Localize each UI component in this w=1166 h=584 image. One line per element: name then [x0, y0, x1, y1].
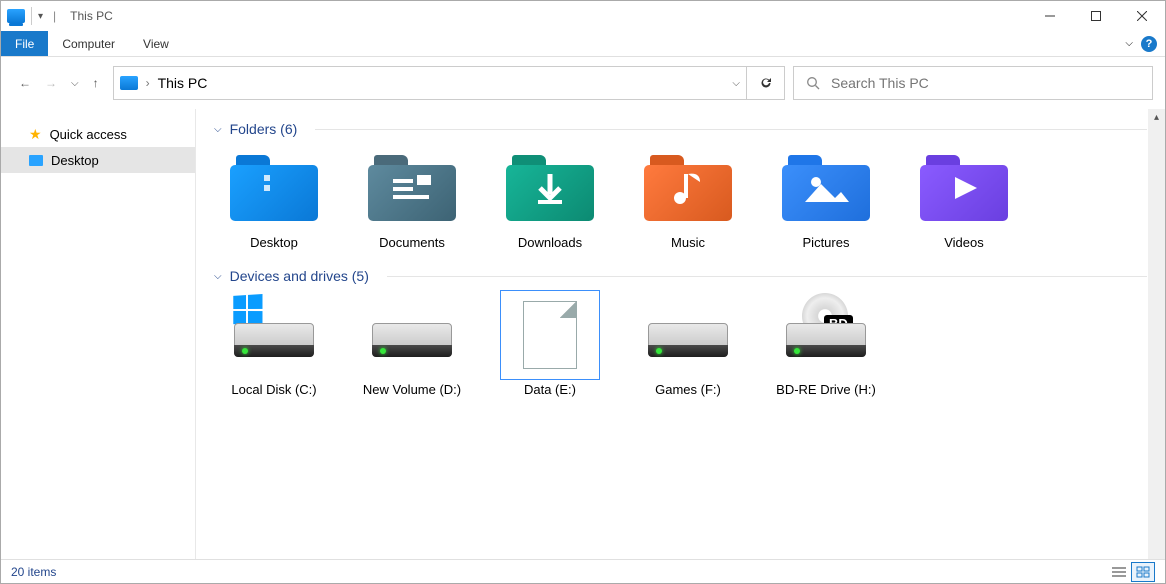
vertical-scrollbar[interactable]: ▴ [1148, 109, 1165, 559]
refresh-button[interactable] [747, 66, 785, 100]
qat-dropdown-icon[interactable]: ▾ [38, 11, 43, 22]
location-icon [120, 76, 138, 90]
forward-button[interactable]: → [45, 76, 57, 90]
item-label: Music [671, 235, 705, 250]
item-videos[interactable]: Videos [904, 149, 1024, 250]
drive-icon [362, 296, 462, 374]
navigation-pane: ★ Quick access Desktop [1, 109, 196, 559]
up-button[interactable]: ↑ [93, 76, 99, 90]
folder-icon [638, 149, 738, 227]
drive-icon: BD [776, 296, 876, 374]
ribbon-expand-icon[interactable]: ⌵ [1125, 38, 1133, 49]
star-icon: ★ [29, 126, 42, 143]
status-text: 20 items [11, 565, 56, 579]
ribbon-tab-computer[interactable]: Computer [48, 31, 129, 56]
this-pc-icon[interactable] [7, 9, 25, 23]
window-title: This PC [66, 9, 113, 23]
breadcrumb[interactable]: This PC [158, 75, 208, 91]
section-title: Devices and drives (5) [230, 268, 369, 284]
back-button[interactable]: ← [19, 76, 31, 90]
folder-icon [224, 149, 324, 227]
item-label: Documents [379, 235, 445, 250]
chevron-down-icon: ⌵ [214, 271, 222, 282]
section-header[interactable]: ⌵ Devices and drives (5) [214, 268, 1147, 284]
item-label: New Volume (D:) [363, 382, 461, 397]
maximize-button[interactable] [1073, 1, 1119, 31]
drive-icon [638, 296, 738, 374]
item-bd-re-drive-h-[interactable]: BD BD-RE Drive (H:) [766, 296, 886, 397]
drive-icon [224, 296, 324, 374]
help-icon[interactable]: ? [1141, 36, 1157, 52]
folder-icon [776, 149, 876, 227]
search-box[interactable] [793, 66, 1153, 100]
item-new-volume-d-[interactable]: New Volume (D:) [352, 296, 472, 397]
item-music[interactable]: Music [628, 149, 748, 250]
section-header[interactable]: ⌵ Folders (6) [214, 121, 1147, 137]
item-label: BD-RE Drive (H:) [776, 382, 876, 397]
details-view-button[interactable] [1107, 562, 1131, 582]
breadcrumb-separator-icon: › [146, 76, 150, 90]
item-games-f-[interactable]: Games (F:) [628, 296, 748, 397]
history-dropdown-icon[interactable]: ⌵ [71, 78, 79, 89]
sidebar-item-quick-access[interactable]: ★ Quick access [1, 121, 195, 147]
item-pictures[interactable]: Pictures [766, 149, 886, 250]
item-label: Desktop [250, 235, 298, 250]
folder-icon [500, 149, 600, 227]
file-icon [500, 296, 600, 374]
ribbon-tab-view[interactable]: View [129, 31, 183, 56]
folder-icon [362, 149, 462, 227]
minimize-button[interactable] [1027, 1, 1073, 31]
item-documents[interactable]: Documents [352, 149, 472, 250]
ribbon-tab-file[interactable]: File [1, 31, 48, 56]
search-icon [806, 76, 821, 91]
desktop-icon [29, 155, 43, 166]
address-dropdown-icon[interactable]: ⌵ [732, 78, 740, 89]
item-label: Downloads [518, 235, 582, 250]
section-title: Folders (6) [230, 121, 298, 137]
scroll-up-icon[interactable]: ▴ [1148, 109, 1165, 126]
quick-access-toolbar: ▾ | [1, 7, 66, 25]
titlebar: ▾ | This PC [1, 1, 1165, 31]
folder-icon [914, 149, 1014, 227]
sidebar-item-desktop[interactable]: Desktop [1, 147, 195, 173]
sidebar-item-label: Quick access [50, 127, 127, 142]
item-desktop[interactable]: Desktop [214, 149, 334, 250]
ribbon: File Computer View ⌵ ? [1, 31, 1165, 57]
status-bar: 20 items [1, 559, 1165, 583]
sidebar-item-label: Desktop [51, 153, 99, 168]
content-area: ⌵ Folders (6) Desktop Documents Downloads Mus… [196, 109, 1165, 559]
item-data-e-[interactable]: Data (E:) [490, 296, 610, 397]
item-label: Games (F:) [655, 382, 721, 397]
item-label: Videos [944, 235, 984, 250]
search-input[interactable] [831, 75, 1140, 91]
item-downloads[interactable]: Downloads [490, 149, 610, 250]
navigation-bar: ← → ⌵ ↑ › This PC ⌵ [1, 57, 1165, 109]
address-bar[interactable]: › This PC ⌵ [113, 66, 747, 100]
large-icons-view-button[interactable] [1131, 562, 1155, 582]
item-local-disk-c-[interactable]: Local Disk (C:) [214, 296, 334, 397]
chevron-down-icon: ⌵ [214, 124, 222, 135]
item-label: Pictures [803, 235, 850, 250]
close-button[interactable] [1119, 1, 1165, 31]
item-label: Data (E:) [524, 382, 576, 397]
item-label: Local Disk (C:) [231, 382, 316, 397]
